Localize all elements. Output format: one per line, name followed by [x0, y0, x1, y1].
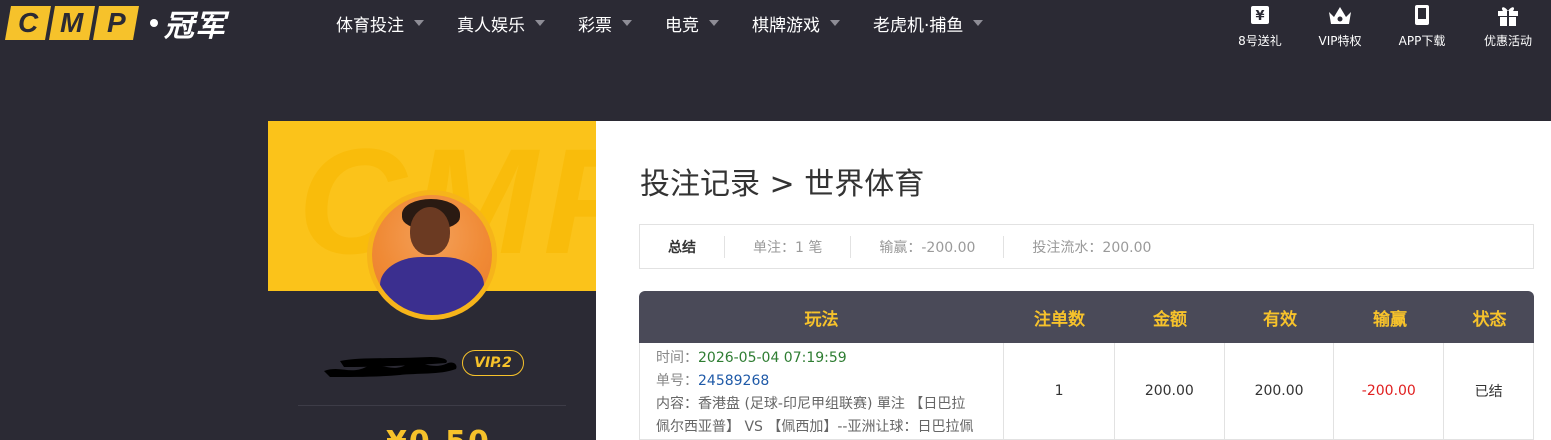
vip-level-badge: VIP.2 — [462, 350, 524, 376]
nav-item-card-games[interactable]: 棋牌游戏 — [752, 11, 840, 36]
logo-letter-m: M — [49, 6, 95, 40]
bet-win-loss-cell: -200.00 — [1334, 343, 1445, 439]
summary-win-loss: 输赢：-200.00 — [851, 235, 1005, 258]
shortcut-links: ¥ 8号送礼 VIP特权 APP下载 优惠活动 — [1230, 0, 1551, 48]
profile-panel: CMP VIP.2 ¥0.50 — [268, 121, 596, 440]
bet-count-cell: 1 — [1004, 343, 1115, 439]
yen-gift-icon: ¥ — [1238, 2, 1282, 28]
shortcut-promotions[interactable]: 优惠活动 — [1479, 2, 1537, 49]
summary-bet-count: 单注：1 笔 — [725, 235, 852, 258]
bet-order-line: 单号：24589268 — [656, 370, 769, 393]
account-balance: ¥0.50 — [386, 425, 491, 440]
logo-letter-c: C — [5, 6, 51, 40]
logo-chinese-name: 冠军 — [164, 9, 226, 44]
shortcut-vip-privileges[interactable]: VIP特权 — [1314, 2, 1366, 49]
shortcut-daily-gift[interactable]: ¥ 8号送礼 — [1238, 2, 1282, 49]
bet-records-panel: 投注记录 > 世界体育 总结 单注：1 笔 输赢：-200.00 投注流水：20… — [596, 121, 1551, 440]
logo-letter-c-text: C — [17, 7, 39, 38]
bet-records-table: 玩法 注单数 金额 有效 输赢 状态 时间：2026-05-04 07:19:5… — [639, 291, 1534, 440]
crown-icon — [1314, 2, 1366, 28]
bet-time-line: 时间：2026-05-04 07:19:59 — [656, 347, 847, 370]
table-header: 玩法 注单数 金额 有效 输赢 状态 — [639, 291, 1534, 343]
phone-icon — [1394, 2, 1450, 28]
avatar-face — [410, 207, 450, 255]
shortcut-label: APP下载 — [1398, 34, 1446, 48]
nav-item-esports[interactable]: 电竞 — [665, 11, 719, 36]
summary-turnover: 投注流水：200.00 — [1032, 239, 1152, 256]
bet-content-line-1: 内容：香港盘 (足球-印尼甲组联赛) 單注 【日巴拉 — [656, 396, 966, 412]
bet-status-cell: 已结 — [1474, 384, 1503, 400]
bet-order-number: 24589268 — [698, 373, 770, 389]
shortcut-label: 优惠活动 — [1483, 34, 1532, 48]
nav-item-label: 老虎机·捕鱼 — [873, 15, 964, 36]
nav-item-lottery[interactable]: 彩票 — [578, 11, 632, 36]
gift-icon — [1479, 2, 1537, 28]
profile-divider — [298, 405, 566, 406]
column-header-bet-count: 注单数 — [1034, 309, 1085, 330]
bet-valid-cell: 200.00 — [1225, 343, 1335, 439]
chevron-down-icon — [973, 20, 984, 26]
cmp-logo[interactable]: C M P 冠军 — [5, 4, 226, 44]
shortcut-label: 8号送礼 — [1238, 34, 1282, 48]
logo-letter-m-text: M — [60, 7, 84, 38]
column-header-play-type: 玩法 — [804, 309, 839, 330]
bet-time-label: 时间： — [656, 350, 698, 366]
bet-order-label: 单号： — [656, 373, 698, 389]
avatar[interactable] — [367, 190, 497, 320]
chevron-down-icon — [709, 20, 719, 26]
page-title: 投注记录 > 世界体育 — [640, 167, 925, 202]
nav-item-live-casino[interactable]: 真人娱乐 — [457, 11, 545, 36]
nav-item-label: 彩票 — [578, 15, 612, 36]
nav-item-label: 体育投注 — [336, 15, 404, 36]
shortcut-app-download[interactable]: APP下载 — [1394, 2, 1450, 49]
logo-dot — [150, 19, 158, 27]
redacted-username — [324, 357, 457, 377]
chevron-down-icon — [414, 20, 424, 26]
bet-content-line-2: 佩尔西亚普】 VS 【佩西加】--亚洲让球：日巴拉佩 — [656, 419, 974, 435]
column-header-win-loss: 输赢 — [1373, 309, 1407, 330]
nav-item-slots-fishing[interactable]: 老虎机·捕鱼 — [873, 11, 984, 36]
column-header-status: 状态 — [1472, 309, 1507, 330]
bet-detail-cell: 时间：2026-05-04 07:19:59 单号：24589268 内容：香港… — [640, 343, 1005, 439]
bet-time: 2026-05-04 07:19:59 — [698, 350, 847, 366]
nav-item-sports[interactable]: 体育投注 — [336, 11, 424, 36]
shortcut-label: VIP特权 — [1318, 34, 1362, 48]
nav-item-label: 棋牌游戏 — [752, 15, 820, 36]
main-nav: 体育投注 真人娱乐 彩票 电竞 棋牌游戏 老虎机·捕鱼 — [336, 11, 984, 36]
chevron-down-icon — [535, 20, 545, 26]
summary-bar: 总结 单注：1 笔 输赢：-200.00 投注流水：200.00 — [639, 224, 1534, 269]
summary-heading: 总结 — [640, 235, 725, 258]
logo-letter-p-text: P — [106, 7, 126, 38]
chevron-down-icon — [622, 20, 632, 26]
svg-text:¥: ¥ — [1255, 9, 1264, 24]
column-header-valid: 有效 — [1263, 309, 1297, 330]
column-header-amount: 金额 — [1153, 309, 1187, 330]
avatar-photo — [372, 195, 492, 315]
nav-item-label: 真人娱乐 — [457, 15, 525, 36]
avatar-jersey — [380, 257, 484, 315]
chevron-down-icon — [830, 20, 840, 26]
table-row[interactable]: 时间：2026-05-04 07:19:59 单号：24589268 内容：香港… — [639, 343, 1534, 440]
nav-item-label: 电竞 — [665, 15, 699, 36]
top-navigation-bar: C M P 冠军 体育投注 真人娱乐 彩票 电竞 棋牌游戏 老虎机·捕鱼 ¥ 8… — [0, 0, 1551, 48]
logo-letter-p: P — [93, 6, 139, 40]
bet-amount-cell: 200.00 — [1115, 343, 1225, 439]
